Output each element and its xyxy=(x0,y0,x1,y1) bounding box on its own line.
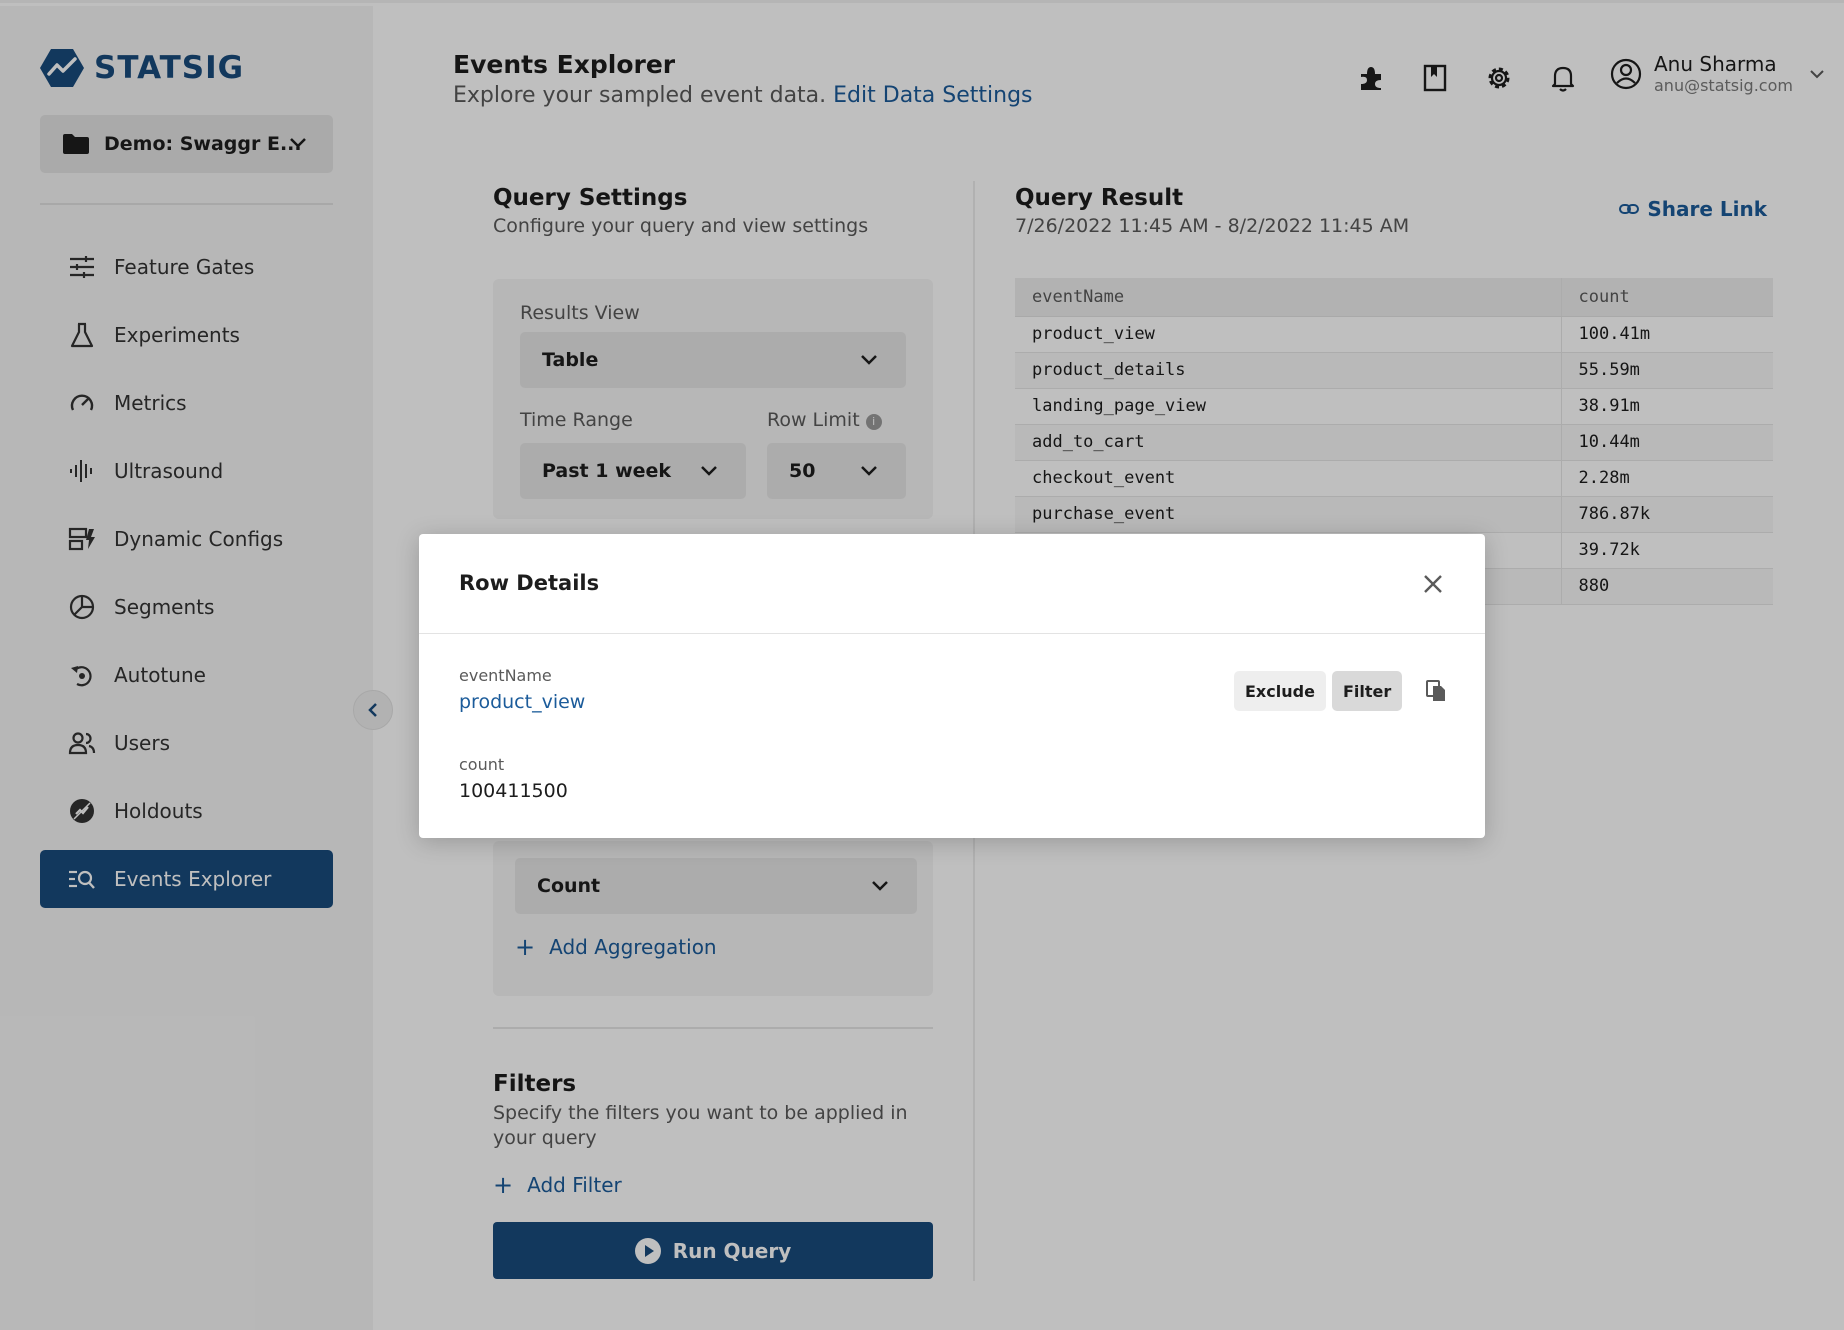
field-label-eventname: eventName xyxy=(459,666,552,685)
filter-button[interactable]: Filter xyxy=(1332,671,1403,711)
modal-header: Row Details xyxy=(419,534,1485,634)
field-value-eventname[interactable]: product_view xyxy=(459,691,585,713)
modal-title: Row Details xyxy=(459,571,600,595)
app-window: STATSIG Demo: Swaggr E... Feature Gates xyxy=(0,0,1844,1330)
exclude-button[interactable]: Exclude xyxy=(1234,671,1326,711)
field-label-count: count xyxy=(459,755,505,774)
copy-icon[interactable] xyxy=(1425,679,1447,703)
field-value-count: 100411500 xyxy=(459,780,568,802)
row-details-modal: Row Details eventName product_view Exclu… xyxy=(419,534,1485,838)
close-icon[interactable] xyxy=(1419,570,1447,598)
